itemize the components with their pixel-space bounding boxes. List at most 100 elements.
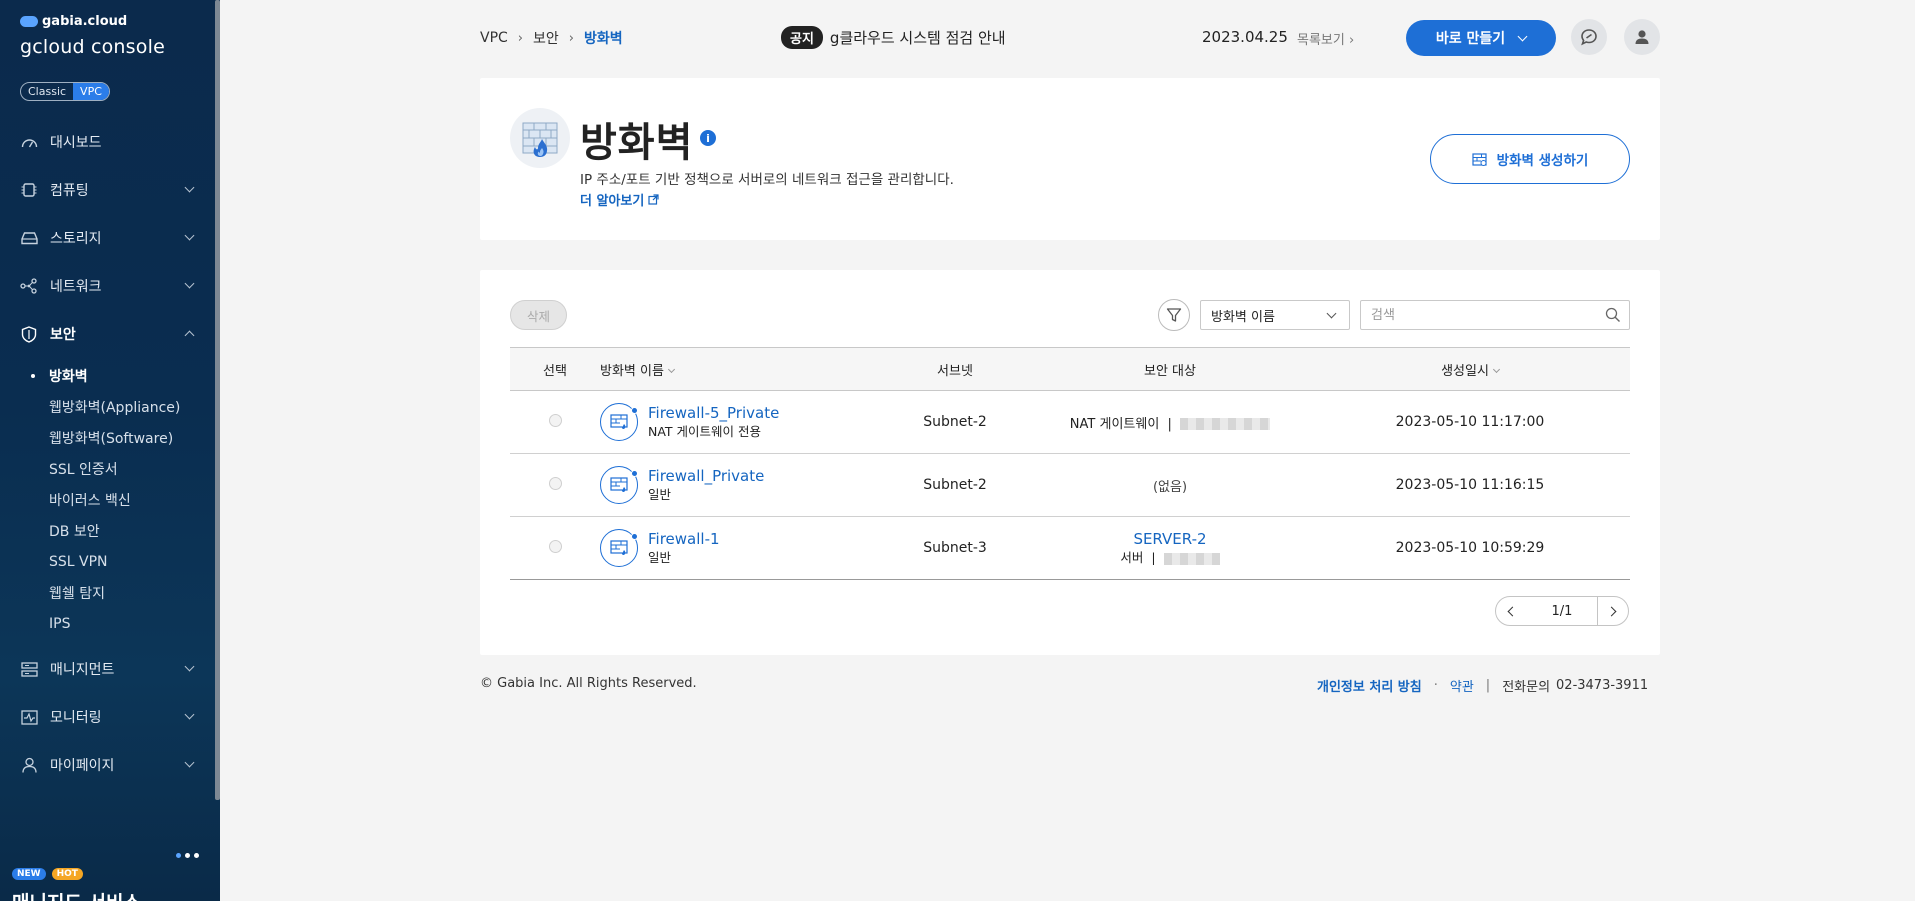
row-select-radio[interactable]: [548, 413, 562, 427]
search-box: [1360, 300, 1630, 330]
footer-links: 개인정보 처리 방침 · 약관 | 전화문의 02-3473-3911: [1317, 676, 1648, 695]
sidebar-item-network[interactable]: 네트워크: [0, 262, 215, 310]
sidebar-item-management[interactable]: 매니지먼트: [0, 645, 215, 693]
subnet-value: Subnet-2: [923, 477, 987, 493]
chevron-down-icon: [184, 230, 195, 241]
sidebar-item-label: 매니지먼트: [50, 662, 115, 678]
breadcrumb-security[interactable]: 보안: [533, 28, 559, 48]
chat-button[interactable]: [1571, 19, 1607, 55]
chip-icon: [20, 182, 38, 198]
notice-list-link[interactable]: 목록보기 ›: [1297, 29, 1354, 48]
quick-create-button[interactable]: 바로 만들기: [1406, 20, 1556, 56]
learn-more-link[interactable]: 더 알아보기: [580, 190, 659, 209]
console-logo[interactable]: gcloud console: [20, 36, 165, 58]
sidebar-item-dashboard[interactable]: 대시보드: [0, 118, 215, 166]
external-link-icon: [648, 194, 659, 205]
firewall-table: 선택 방화벽 이름 서브넷 보안 대상 생성일시 Firewall-5_Priv…: [510, 347, 1630, 580]
subnet-value: Subnet-2: [923, 414, 987, 430]
sidebar-item-mypage[interactable]: 마이페이지: [0, 741, 215, 789]
sidebar-item-monitoring[interactable]: 모니터링: [0, 693, 215, 741]
brand-logo[interactable]: gabia.cloud: [20, 14, 127, 29]
carousel-dot[interactable]: [176, 853, 181, 858]
target-type: 서버: [1120, 550, 1144, 565]
chevron-down-icon: [1326, 308, 1337, 319]
firewall-name-link[interactable]: Firewall-1: [648, 530, 720, 549]
row-select-radio[interactable]: [548, 476, 562, 490]
search-icon[interactable]: [1605, 307, 1621, 323]
sidebar-subitem-webshell-detection[interactable]: 웹쉘 탐지: [0, 577, 215, 608]
sidebar-subitem-db-security[interactable]: DB 보안: [0, 515, 215, 546]
learn-more-label: 더 알아보기: [580, 194, 645, 209]
chevron-up-icon: [184, 330, 195, 341]
terms-link[interactable]: 약관: [1450, 676, 1474, 695]
page-header-card: 방화벽 i IP 주소/포트 기반 정책으로 서버로의 네트워크 접근을 관리합…: [480, 78, 1660, 240]
delete-button[interactable]: 삭제: [510, 300, 567, 330]
chevron-right-icon: ›: [568, 30, 574, 46]
sidebar-scrollbar[interactable]: [215, 0, 220, 800]
profile-button[interactable]: [1624, 19, 1660, 55]
sidebar-item-computing[interactable]: 컴퓨팅: [0, 166, 215, 214]
sidebar-subitem-ssl-vpn[interactable]: SSL VPN: [0, 546, 215, 577]
notice-text[interactable]: g클라우드 시스템 점검 안내: [830, 27, 1006, 48]
sidebar-subitem-antivirus[interactable]: 바이러스 백신: [0, 484, 215, 515]
column-target: 보안 대상: [1144, 363, 1196, 379]
carousel-dot[interactable]: [194, 853, 199, 858]
search-field-select[interactable]: 방화벽 이름: [1200, 300, 1350, 330]
phone-number: 02-3473-3911: [1556, 678, 1649, 693]
firewall-add-icon: [1472, 152, 1487, 166]
user-icon: [20, 757, 38, 773]
notice-banner[interactable]: 공지 g클라우드 시스템 점검 안내: [781, 26, 1006, 49]
filter-button[interactable]: [1158, 299, 1190, 331]
storage-icon: [20, 230, 38, 246]
toggle-vpc[interactable]: VPC: [73, 83, 109, 100]
notice-list-label: 목록보기: [1297, 33, 1345, 48]
privacy-policy-link[interactable]: 개인정보 처리 방침: [1317, 676, 1422, 695]
target-none: (없음): [1152, 479, 1188, 495]
sidebar-subitem-waf-software[interactable]: 웹방화벽(Software): [0, 422, 215, 453]
column-name-label: 방화벽 이름: [600, 363, 664, 379]
carousel-dot[interactable]: [185, 853, 190, 858]
sidebar-item-label: 보안: [50, 327, 76, 343]
phone-label: 전화문의: [1502, 680, 1551, 695]
breadcrumb: VPC › 보안 › 방화벽: [480, 28, 623, 48]
column-created[interactable]: 생성일시: [1310, 348, 1630, 391]
firewall-name-link[interactable]: Firewall-5_Private: [648, 404, 779, 423]
page-description: IP 주소/포트 기반 정책으로 서버로의 네트워크 접근을 관리합니다.: [580, 172, 954, 188]
create-firewall-button[interactable]: 방화벽 생성하기: [1430, 134, 1630, 184]
masked-ip: [1163, 552, 1220, 565]
sidebar-item-security[interactable]: 보안: [0, 310, 215, 358]
managed-service-banner[interactable]: 매니지드 서비스: [12, 888, 141, 901]
carousel-dots[interactable]: [176, 853, 199, 858]
firewall-name-link[interactable]: Firewall_Private: [648, 467, 764, 486]
masked-ip: [1180, 418, 1271, 430]
copyright: © Gabia Inc. All Rights Reserved.: [480, 676, 697, 691]
breadcrumb-vpc[interactable]: VPC: [480, 30, 508, 46]
table-row: Firewall-1 일반 Subnet-3 SERVER-2 서버 | 202…: [510, 517, 1630, 580]
new-badge: NEW: [12, 868, 46, 880]
pagination: 1/1: [1495, 596, 1629, 626]
sidebar-subitem-firewall[interactable]: 방화벽: [0, 360, 215, 391]
toggle-classic[interactable]: Classic: [21, 83, 73, 100]
sidebar-subitem-ssl-certificate[interactable]: SSL 인증서: [0, 453, 215, 484]
column-name[interactable]: 방화벽 이름: [600, 348, 880, 391]
dashboard-icon: [20, 134, 38, 150]
target-server-link[interactable]: SERVER-2: [1030, 530, 1310, 549]
firewall-type: NAT 게이트웨이 전용: [648, 424, 762, 439]
sidebar-item-storage[interactable]: 스토리지: [0, 214, 215, 262]
sort-icon: [1492, 365, 1500, 373]
created-date: 2023-05-10 11:16:15: [1395, 477, 1545, 493]
platform-toggle: Classic VPC: [20, 82, 110, 101]
chevron-down-icon: [184, 757, 195, 768]
sidebar-menu: 대시보드 컴퓨팅 스토리지 네트워크 보안 방화벽 웹방화벽(Appliance…: [0, 118, 215, 647]
info-icon[interactable]: i: [700, 130, 716, 146]
row-select-radio[interactable]: [548, 539, 562, 553]
firewall-illustration-icon: [510, 108, 570, 168]
sidebar-subitem-waf-appliance[interactable]: 웹방화벽(Appliance): [0, 391, 215, 422]
shield-icon: [20, 325, 38, 343]
next-page-button[interactable]: [1597, 596, 1629, 626]
search-input[interactable]: [1361, 301, 1581, 329]
create-firewall-label: 방화벽 생성하기: [1496, 153, 1589, 169]
chat-icon: [1581, 29, 1597, 46]
prev-page-button[interactable]: [1495, 596, 1527, 626]
sidebar-subitem-ips[interactable]: IPS: [0, 608, 215, 639]
